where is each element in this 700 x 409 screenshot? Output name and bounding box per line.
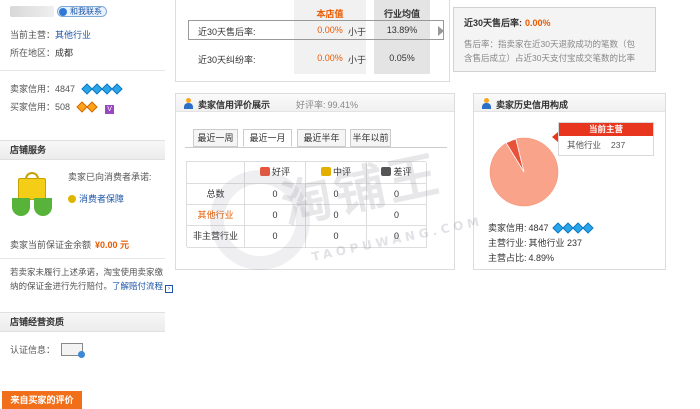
main-category-link[interactable]: 其他行业 (55, 30, 91, 40)
credit-history-header: 卖家历史信用构成 (474, 94, 665, 112)
store-service-header: 店铺服务 (0, 140, 165, 160)
store-qualification-header: 店铺经营资质 (0, 312, 165, 332)
tab-last-month[interactable]: 最近一月 (243, 129, 292, 147)
cert-row: 认证信息： (10, 343, 86, 358)
col-bad: 差评 (367, 162, 427, 184)
left-sidebar: 和我联系 当前主营：其他行业 所在地区：成都 卖家信用：4847 买家信用：50… (0, 0, 174, 409)
compare-text: 小于 (348, 55, 367, 65)
vip-badge-icon: V (105, 105, 115, 114)
bad-rating-icon (381, 167, 392, 176)
arrow-right-icon[interactable]: › (165, 285, 174, 293)
seller-credit-row: 卖家信用：4847 (10, 82, 123, 95)
history-main-row: 主营行业: 其他行业 237 (488, 238, 583, 248)
payout-note-line1: 若卖家未履行上述承诺，淘宝使用卖家缴 (10, 267, 164, 277)
payout-note-line2: 纳的保证金进行先行赔付。了解赔付流程 › (10, 280, 174, 293)
info-title: 近30天售后率: 0.00% (464, 18, 551, 28)
buyer-credit-row: 买家信用：508 V (10, 100, 115, 114)
tooltip-title: 当前主营 (559, 123, 653, 136)
tab-last-half-year[interactable]: 最近半年 (297, 129, 346, 147)
diamond-rank-icon (552, 222, 594, 234)
table-cell: 0 (306, 184, 367, 205)
info-desc-line2: 含售后成立）占近30天支付宝成交笔数的比率 (464, 53, 635, 63)
dispute-rate-avg: 0.05% (389, 53, 415, 63)
info-desc-line1: 售后率：指卖家在近30天退款成功的笔数（包 (464, 39, 635, 49)
orange-diamond-icon (75, 101, 98, 113)
after-sales-rate-avg: 13.89% (386, 25, 418, 35)
after-sales-info-box: 近30天售后率: 0.00% 售后率：指卖家在近30天退款成功的笔数（包 含售后成… (453, 7, 656, 72)
credit-pie-chart[interactable] (484, 132, 564, 212)
history-credit-row: 卖家信用: 4847 (488, 221, 594, 234)
license-cert-icon[interactable] (61, 343, 86, 358)
user-icon (481, 98, 492, 109)
consumer-protection-link[interactable]: 消费者保障 (68, 192, 124, 205)
tooltip-pointer (552, 132, 558, 142)
payout-process-link[interactable]: 了解赔付流程 (112, 281, 163, 291)
col-neutral: 中评 (306, 162, 367, 184)
credit-rating-header: 卖家信用评价展示 好评率: 99.41% (176, 94, 454, 112)
compare-text: 小于 (348, 27, 367, 37)
tab-last-week[interactable]: 最近一周 (193, 129, 238, 147)
chat-icon (59, 8, 67, 16)
dispute-rate-label: 近30天纠纷率: (198, 55, 256, 65)
tooltip-body: 其他行业 237 (567, 140, 626, 150)
row-pointer-icon (438, 26, 444, 36)
pie-tooltip: 当前主营 其他行业 237 (558, 122, 654, 156)
contact-me-button[interactable]: 和我联系 (57, 6, 107, 17)
buyer-reviews-tab[interactable]: 来自买家的评价 (2, 391, 82, 409)
table-cell: 0 (367, 184, 427, 205)
location-row: 所在地区：成都 (10, 48, 74, 58)
credit-history-panel: 卖家历史信用构成 当前主营 其他行业 237 卖家信用: 4847 主营行业: 其他行… (473, 93, 666, 270)
neutral-rating-icon (320, 167, 331, 176)
after-sales-rate-label: 近30天售后率: (198, 27, 256, 37)
industry-avg-header: 行业均值 (383, 9, 420, 19)
divider (0, 70, 165, 71)
good-rate: 好评率: 99.41% (296, 100, 359, 110)
after-sales-stats-panel: 本店值 行业均值 近30天售后率: 0.00% 小于 13.89% 近30天纠纷… (175, 0, 450, 82)
user-icon (183, 98, 194, 109)
tabs-baseline (185, 147, 447, 148)
table-cell: 0 (367, 205, 427, 226)
promise-text: 卖家已向消费者承诺: (68, 172, 152, 182)
history-share-row: 主营占比: 4.89% (488, 253, 555, 263)
seller-name-blurred (10, 6, 54, 17)
divider (0, 258, 165, 259)
protection-icon (68, 195, 76, 203)
diamond-rank-icon (80, 83, 123, 95)
store-value-header: 本店值 (316, 9, 344, 19)
table-cell: 0 (306, 205, 367, 226)
tab-before-half-year[interactable]: 半年以前 (350, 129, 391, 147)
deposit-row: 卖家当前保证金余额 ¥0.00 元 (10, 240, 130, 250)
shopping-bag-icon (12, 170, 52, 218)
main-category-row: 当前主营：其他行业 (10, 30, 92, 40)
